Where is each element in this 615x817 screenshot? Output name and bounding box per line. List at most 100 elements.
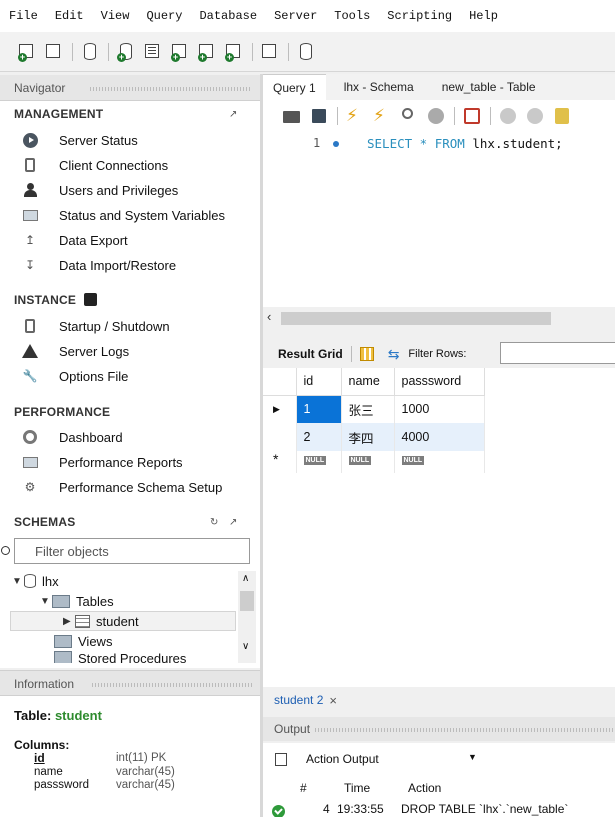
table-info: Table: student — [14, 708, 102, 723]
rollback-icon[interactable] — [526, 107, 544, 125]
table-cell[interactable]: 1 — [296, 395, 342, 423]
table-cell[interactable]: 张三 — [341, 395, 395, 423]
nav-item-client-connections[interactable]: Client Connections — [22, 155, 168, 175]
nav-item-performance-schema-setup[interactable]: ⚙ Performance Schema Setup — [22, 477, 223, 497]
tab-query-1[interactable]: Query 1 — [263, 74, 326, 100]
create-schema-icon[interactable]: + — [117, 42, 135, 62]
tab-lhx-schema[interactable]: lhx - Schema — [334, 74, 424, 100]
auto-commit-icon[interactable] — [553, 107, 571, 125]
sql-statement[interactable]: SELECT * FROM lhx.student; — [367, 136, 563, 151]
tree-item-lhx[interactable]: ▼ lhx — [12, 571, 59, 591]
scrollbar-thumb[interactable] — [240, 591, 254, 611]
grid-view-icon[interactable] — [359, 347, 374, 361]
open-folder-icon[interactable] — [283, 107, 301, 125]
editor-horizontal-scrollbar[interactable]: ‹ — [263, 307, 615, 329]
menu-view[interactable]: View — [101, 9, 130, 23]
nav-item-data-import[interactable]: ↧ Data Import/Restore — [22, 255, 176, 275]
refresh-icon[interactable]: ↻ — [210, 517, 218, 528]
column-header-passsword[interactable]: passsword — [394, 368, 485, 396]
expand-icon[interactable]: ↗ — [229, 517, 237, 528]
tree-item-views[interactable]: Views — [54, 631, 112, 651]
create-procedure-icon[interactable]: + — [198, 43, 216, 62]
nav-item-server-logs[interactable]: Server Logs — [22, 341, 129, 361]
copy-icon[interactable] — [275, 752, 287, 766]
column-header-id[interactable]: id — [296, 368, 342, 396]
tree-item-label: Tables — [76, 593, 114, 609]
result-grid-button[interactable]: Result Grid — [278, 347, 343, 361]
menu-file[interactable]: File — [9, 9, 38, 23]
filter-objects-input[interactable] — [35, 539, 247, 563]
nav-item-server-status[interactable]: Server Status — [22, 130, 138, 150]
output-title: Output — [274, 722, 311, 736]
inspector-icon[interactable] — [81, 42, 99, 61]
tree-item-tables[interactable]: ▼ Tables — [40, 591, 114, 611]
performance-title: PERFORMANCE — [14, 405, 111, 419]
create-table-icon[interactable] — [144, 43, 162, 61]
table-cell[interactable]: NULL — [394, 451, 485, 473]
menu-database[interactable]: Database — [199, 9, 257, 23]
collapse-icon[interactable]: ▼ — [40, 596, 52, 607]
nav-item-users-privileges[interactable]: Users and Privileges — [22, 180, 178, 200]
tree-item-student[interactable]: ▶ student — [10, 611, 236, 631]
search-table-data-icon[interactable] — [261, 43, 279, 61]
menu-edit[interactable]: Edit — [55, 9, 84, 23]
table-cell[interactable]: 李四 — [341, 423, 395, 451]
output-row-num[interactable]: 4 — [323, 802, 330, 816]
statement-marker-icon — [333, 141, 339, 147]
table-cell[interactable]: 2 — [296, 423, 342, 451]
menu-tools[interactable]: Tools — [334, 9, 370, 23]
output-type-select[interactable]: Action Output ▼ — [306, 749, 492, 771]
output-row-time[interactable]: 19:33:55 — [337, 802, 384, 816]
refresh-icon[interactable]: ⇆ — [388, 346, 400, 363]
scroll-up-icon[interactable]: ∧ — [242, 573, 249, 584]
column-header-name[interactable]: name — [341, 368, 395, 396]
menu-scripting[interactable]: Scripting — [387, 9, 452, 23]
execute-icon[interactable]: ⚡ — [346, 107, 364, 125]
menu-server[interactable]: Server — [274, 9, 317, 23]
schemas-title: SCHEMAS — [14, 515, 76, 529]
nav-item-startup-shutdown[interactable]: Startup / Shutdown — [22, 316, 170, 336]
expand-arrow-icon[interactable]: ▶ — [63, 616, 75, 627]
expand-icon[interactable]: ↗ — [229, 109, 237, 120]
scroll-left-icon[interactable]: ‹ — [267, 309, 271, 324]
nav-item-data-export[interactable]: ↥ Data Export — [22, 230, 128, 250]
nav-item-status-variables[interactable]: Status and System Variables — [22, 205, 225, 225]
tree-scrollbar[interactable]: ∧ ∨ — [238, 571, 256, 663]
output-row-action[interactable]: DROP TABLE `lhx`.`new_table` — [401, 802, 568, 816]
nav-item-options-file[interactable]: 🔧 Options File — [22, 366, 129, 386]
create-function-icon[interactable]: + — [225, 43, 243, 62]
reconnect-icon[interactable] — [297, 42, 315, 61]
scrollbar-thumb[interactable] — [281, 312, 551, 325]
menu-help[interactable]: Help — [469, 9, 498, 23]
scroll-down-icon[interactable]: ∨ — [242, 641, 249, 652]
menu-query[interactable]: Query — [146, 9, 182, 23]
commit-icon[interactable] — [499, 107, 517, 125]
table-row-new[interactable]: * NULL NULL NULL — [263, 451, 485, 473]
stop-icon[interactable] — [427, 107, 445, 125]
filter-rows-input[interactable] — [500, 342, 615, 364]
close-icon[interactable]: × — [329, 693, 337, 708]
explain-icon[interactable] — [400, 107, 418, 125]
output-grid: # Time Action 4 19:33:55 DROP TABLE `lhx… — [263, 775, 615, 817]
tab-student-2[interactable]: student 2 — [274, 693, 323, 707]
table-cell[interactable]: 4000 — [394, 423, 485, 451]
collapse-icon[interactable]: ▼ — [12, 576, 24, 587]
table-row[interactable]: ▶ 1 张三 1000 — [263, 395, 485, 423]
toggle-error-icon[interactable] — [463, 107, 481, 125]
open-sql-script-icon[interactable] — [45, 43, 63, 61]
create-view-icon[interactable]: + — [171, 43, 189, 62]
nav-item-dashboard[interactable]: Dashboard — [22, 427, 123, 447]
execute-current-icon[interactable]: ⚡ — [373, 107, 391, 125]
tab-new-table[interactable]: new_table - Table — [432, 74, 546, 100]
sql-editor[interactable]: 1 SELECT * FROM lhx.student; — [263, 132, 615, 307]
table-cell[interactable]: NULL — [341, 451, 395, 473]
table-cell[interactable]: NULL — [296, 451, 342, 473]
nav-item-performance-reports[interactable]: Performance Reports — [22, 452, 183, 472]
tree-item-stored-procedures[interactable]: Stored Procedures — [54, 651, 186, 663]
sql-keyword: SELECT * FROM — [367, 136, 465, 151]
table-cell[interactable]: 1000 — [394, 395, 485, 423]
new-sql-tab-icon[interactable]: + — [18, 43, 36, 62]
table-row[interactable]: 2 李四 4000 — [263, 423, 485, 451]
save-icon[interactable] — [310, 107, 328, 125]
filter-rows-label: Filter Rows: — [408, 348, 467, 360]
